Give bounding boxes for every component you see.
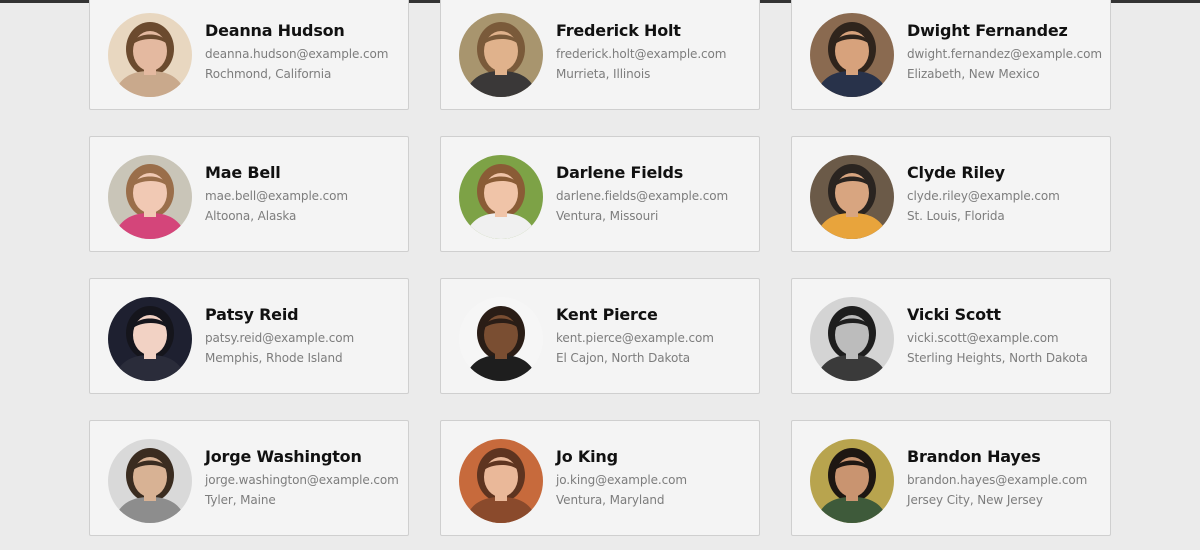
avatar [459, 297, 543, 381]
user-card-grid: Deanna Hudson deanna.hudson@example.com Ro… [89, 0, 1111, 536]
user-info: Patsy Reid patsy.reid@example.com Memphis,… [205, 305, 402, 366]
user-name: Deanna Hudson [205, 21, 345, 40]
user-location: Tyler, Maine [205, 493, 276, 507]
user-card[interactable]: Frederick Holt frederick.holt@example.com… [440, 0, 760, 110]
user-location: Memphis, Rhode Island [205, 351, 343, 365]
user-name: Jo King [556, 447, 618, 466]
user-card[interactable]: Dwight Fernandez dwight.fernandez@example… [791, 0, 1111, 110]
user-name: Brandon Hayes [907, 447, 1041, 466]
user-info: Clyde Riley clyde.riley@example.com St. Lo… [907, 163, 1104, 224]
user-name: Vicki Scott [907, 305, 1001, 324]
user-location: El Cajon, North Dakota [556, 351, 691, 365]
user-location: Elizabeth, New Mexico [907, 67, 1040, 81]
user-location: St. Louis, Florida [907, 209, 1005, 223]
user-info: Darlene Fields darlene.fields@example.com… [556, 163, 753, 224]
user-email: darlene.fields@example.com [556, 189, 729, 203]
user-card[interactable]: Deanna Hudson deanna.hudson@example.com Ro… [89, 0, 409, 110]
user-card[interactable]: Patsy Reid patsy.reid@example.com Memphis,… [89, 278, 409, 394]
user-email: jo.king@example.com [556, 473, 687, 487]
user-info: Frederick Holt frederick.holt@example.com… [556, 21, 753, 82]
user-location: Sterling Heights, North Dakota [907, 351, 1088, 365]
avatar [459, 439, 543, 523]
avatar [810, 13, 894, 97]
user-name: Jorge Washington [205, 447, 362, 466]
avatar [108, 439, 192, 523]
avatar [810, 297, 894, 381]
avatar [459, 13, 543, 97]
user-email: mae.bell@example.com [205, 189, 349, 203]
user-info: Dwight Fernandez dwight.fernandez@example… [907, 21, 1104, 82]
user-email: patsy.reid@example.com [205, 331, 355, 345]
user-location: Rochmond, California [205, 67, 332, 81]
user-name: Darlene Fields [556, 163, 684, 182]
user-info: Deanna Hudson deanna.hudson@example.com Ro… [205, 21, 402, 82]
user-email: jorge.washington@example.com [205, 473, 399, 487]
user-email: clyde.riley@example.com [907, 189, 1060, 203]
user-name: Dwight Fernandez [907, 21, 1068, 40]
user-info: Vicki Scott vicki.scott@example.com Sterli… [907, 305, 1104, 366]
user-name: Frederick Holt [556, 21, 681, 40]
user-location: Murrieta, Illinois [556, 67, 651, 81]
user-email: frederick.holt@example.com [556, 47, 727, 61]
user-info: Kent Pierce kent.pierce@example.com El Caj… [556, 305, 753, 366]
avatar [108, 155, 192, 239]
user-email: brandon.hayes@example.com [907, 473, 1088, 487]
user-card[interactable]: Brandon Hayes brandon.hayes@example.com Je… [791, 420, 1111, 536]
user-card[interactable]: Kent Pierce kent.pierce@example.com El Caj… [440, 278, 760, 394]
user-card[interactable]: Darlene Fields darlene.fields@example.com… [440, 136, 760, 252]
avatar [108, 13, 192, 97]
user-info: Jorge Washington jorge.washington@example… [205, 447, 402, 508]
user-info: Jo King jo.king@example.com Ventura, Maryl… [556, 447, 753, 508]
user-card[interactable]: Jorge Washington jorge.washington@example… [89, 420, 409, 536]
user-location: Ventura, Missouri [556, 209, 659, 223]
user-email: vicki.scott@example.com [907, 331, 1059, 345]
avatar [810, 155, 894, 239]
user-card[interactable]: Vicki Scott vicki.scott@example.com Sterli… [791, 278, 1111, 394]
user-email: kent.pierce@example.com [556, 331, 714, 345]
avatar [810, 439, 894, 523]
user-card[interactable]: Mae Bell mae.bell@example.com Altoona, Ala… [89, 136, 409, 252]
avatar [108, 297, 192, 381]
user-name: Kent Pierce [556, 305, 658, 324]
avatar [459, 155, 543, 239]
user-email: deanna.hudson@example.com [205, 47, 389, 61]
user-location: Jersey City, New Jersey [907, 493, 1043, 507]
user-name: Patsy Reid [205, 305, 299, 324]
user-email: dwight.fernandez@example.com [907, 47, 1102, 61]
user-location: Ventura, Maryland [556, 493, 665, 507]
user-name: Clyde Riley [907, 163, 1005, 182]
user-name: Mae Bell [205, 163, 281, 182]
user-card[interactable]: Jo King jo.king@example.com Ventura, Maryl… [440, 420, 760, 536]
user-card[interactable]: Clyde Riley clyde.riley@example.com St. Lo… [791, 136, 1111, 252]
user-location: Altoona, Alaska [205, 209, 297, 223]
user-info: Mae Bell mae.bell@example.com Altoona, Ala… [205, 163, 402, 224]
user-info: Brandon Hayes brandon.hayes@example.com Je… [907, 447, 1104, 508]
